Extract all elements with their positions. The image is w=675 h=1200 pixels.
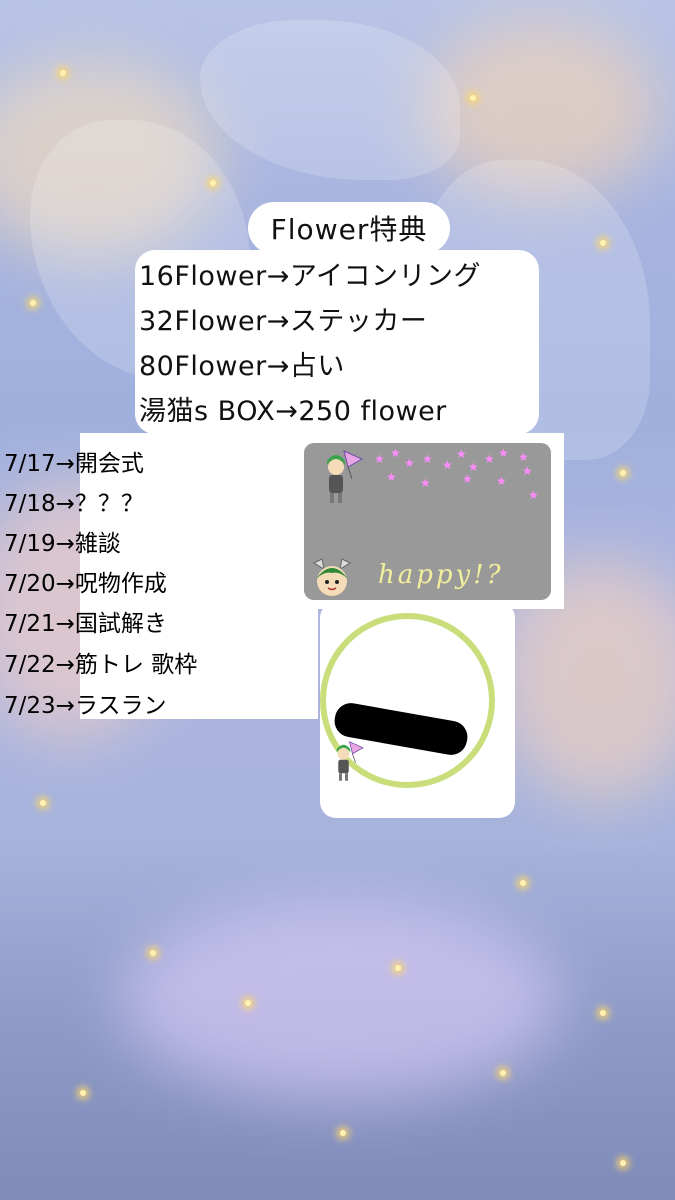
schedule-item: 7/21→国試解き xyxy=(4,611,167,637)
benefit-line: 80Flower→占い xyxy=(139,351,345,382)
star-icon: ★ xyxy=(462,472,473,486)
title-pill: Flower特典 xyxy=(248,202,450,254)
star-icon: ★ xyxy=(404,456,415,470)
schedule-item: 7/20→呪物作成 xyxy=(4,571,167,597)
benefit-line: 16Flower→アイコンリング xyxy=(139,261,481,292)
character-face-icon xyxy=(312,558,352,596)
schedule-item: 7/19→雑談 xyxy=(4,531,121,557)
benefit-line: 湯猫s BOX→250 flower xyxy=(139,396,447,427)
star-icon: ★ xyxy=(374,452,385,466)
character-chibi-icon xyxy=(336,741,364,781)
star-icon: ★ xyxy=(518,450,529,464)
schedule-item: 7/23→ラスラン xyxy=(4,693,167,719)
benefit-line: 32Flower→ステッカー xyxy=(139,306,428,337)
star-icon: ★ xyxy=(390,446,401,460)
page-title: Flower特典 xyxy=(270,213,428,246)
star-icon: ★ xyxy=(496,474,507,488)
star-icon: ★ xyxy=(420,476,431,490)
star-icon: ★ xyxy=(528,488,539,502)
schedule-item: 7/17→開会式 xyxy=(4,451,144,477)
sticker-happy-text: happy!? xyxy=(378,560,504,590)
star-icon: ★ xyxy=(386,470,397,484)
star-icon: ★ xyxy=(484,452,495,466)
star-icon: ★ xyxy=(422,452,433,466)
star-icon: ★ xyxy=(522,464,533,478)
schedule-item: 7/18→？？？ xyxy=(4,491,144,517)
star-icon: ★ xyxy=(442,458,453,472)
benefits-card: 16Flower→アイコンリング 32Flower→ステッカー 80Flower… xyxy=(135,250,539,434)
star-icon: ★ xyxy=(498,446,509,460)
schedule-item: 7/22→筋トレ 歌枠 xyxy=(4,652,198,678)
character-chibi-icon xyxy=(327,450,364,503)
star-icon: ★ xyxy=(456,447,467,461)
